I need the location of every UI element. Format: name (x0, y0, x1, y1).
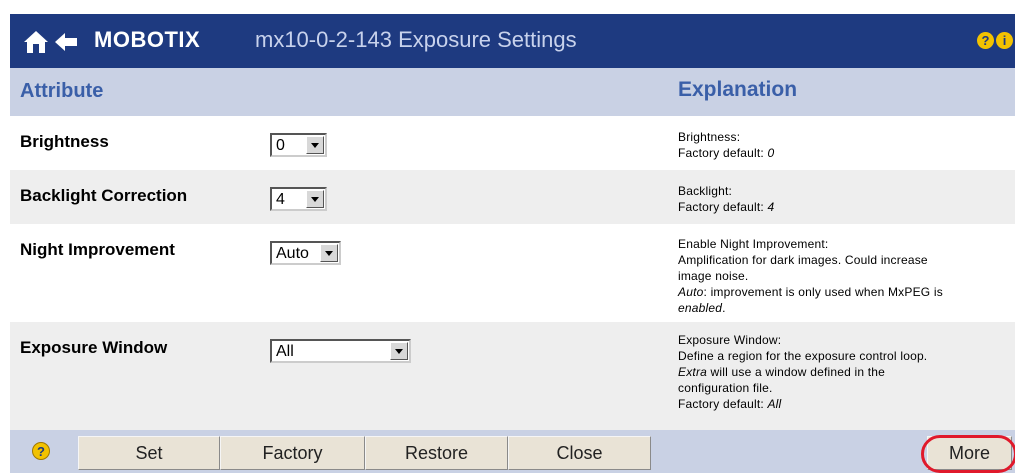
chevron-down-icon[interactable] (390, 342, 408, 360)
setting-row-backlight: Backlight Correction 4 Backlight: Factor… (10, 170, 1015, 224)
setting-row-exposure-window: Exposure Window All Exposure Window: Def… (10, 322, 1015, 430)
chevron-down-icon[interactable] (320, 244, 338, 262)
page-title: mx10-0-2-143 Exposure Settings (255, 27, 577, 52)
setting-row-night-improvement: Night Improvement Auto Enable Night Impr… (10, 224, 1015, 322)
factory-button[interactable]: Factory (220, 436, 365, 470)
home-icon[interactable] (23, 29, 49, 55)
close-button[interactable]: Close (508, 436, 651, 470)
backlight-label: Backlight Correction (20, 186, 188, 205)
night-improvement-label: Night Improvement (20, 240, 175, 259)
attribute-column-title: Attribute (20, 80, 104, 102)
back-arrow-icon[interactable] (54, 31, 78, 53)
night-improvement-value: Auto (276, 245, 309, 262)
exposure-window-select[interactable]: All (270, 339, 411, 363)
night-improvement-select[interactable]: Auto (270, 241, 341, 265)
more-highlight-circle (921, 435, 1015, 473)
help-icon[interactable]: ? (977, 32, 994, 49)
restore-button[interactable]: Restore (365, 436, 508, 470)
title-bar: MOBOTIX mx10-0-2-143 Exposure Settings ?… (10, 14, 1015, 68)
info-icon[interactable]: i (996, 32, 1013, 49)
night-improvement-explanation: Enable Night Improvement: Amplification … (678, 237, 943, 315)
chevron-down-icon[interactable] (306, 136, 324, 154)
exposure-window-label: Exposure Window (20, 338, 168, 357)
brightness-select[interactable]: 0 (270, 133, 327, 157)
set-button[interactable]: Set (78, 436, 220, 470)
setting-row-brightness: Brightness 0 Brightness: Factory default… (10, 116, 1015, 170)
explanation-column-title: Explanation (678, 78, 798, 101)
backlight-value: 4 (276, 191, 285, 208)
column-header: Attribute Explanation (10, 68, 1015, 116)
backlight-select[interactable]: 4 (270, 187, 327, 211)
chevron-down-icon[interactable] (306, 190, 324, 208)
exposure-window-explanation: Exposure Window: Define a region for the… (678, 333, 928, 411)
exposure-settings-window: MOBOTIX mx10-0-2-143 Exposure Settings ?… (10, 14, 1015, 473)
help-icon[interactable]: ? (32, 442, 50, 460)
button-bar: ? Set Factory Restore Close More (10, 430, 1015, 473)
brightness-label: Brightness (20, 132, 109, 151)
brightness-value: 0 (276, 137, 285, 154)
brightness-explanation: Brightness: Factory default: 0 (678, 130, 775, 160)
brand-logo: MOBOTIX (94, 27, 201, 52)
backlight-explanation: Backlight: Factory default: 4 (678, 184, 775, 214)
exposure-window-value: All (276, 343, 294, 360)
